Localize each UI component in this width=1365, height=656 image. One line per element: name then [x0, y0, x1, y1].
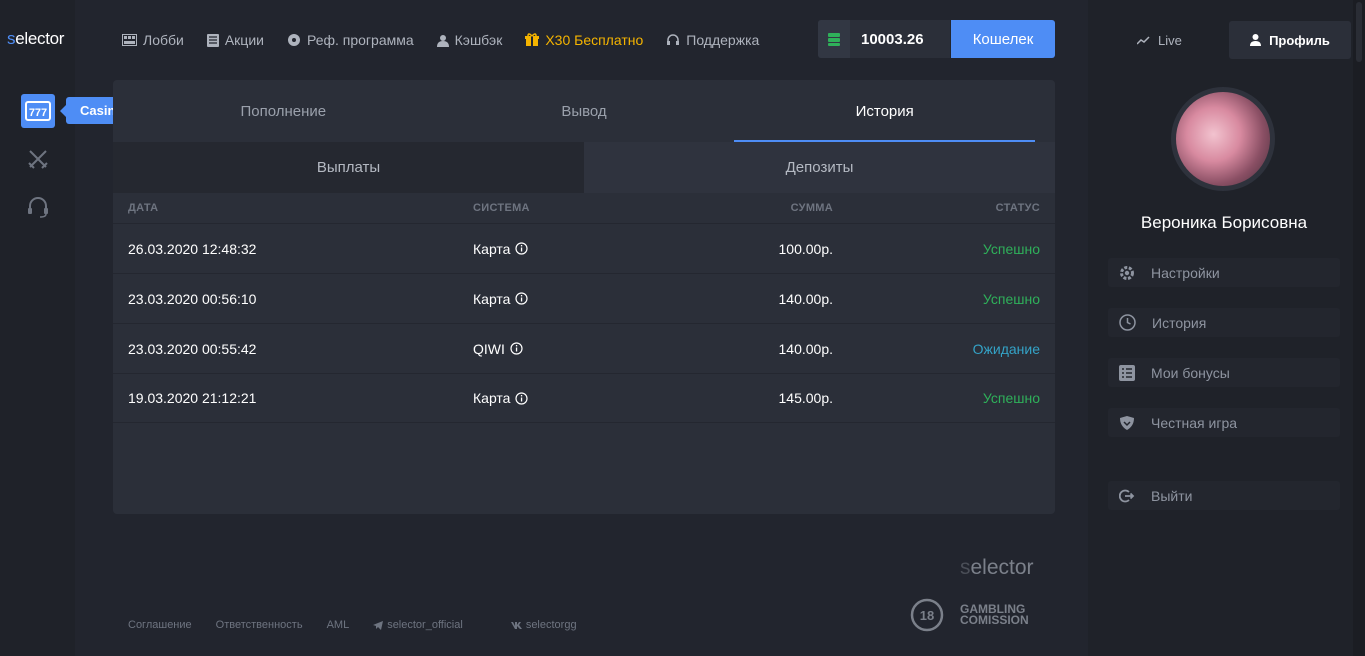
promotions-icon [206, 33, 219, 47]
nav-promotions[interactable]: Акции [206, 31, 264, 49]
row-status: Успешно [982, 240, 1040, 257]
row-amount: 140.00р. [778, 340, 834, 357]
live-button[interactable]: Live [1137, 33, 1182, 48]
username: Вероника Борисовна [1140, 213, 1308, 232]
footer-link-aml[interactable]: AML [327, 619, 350, 631]
row-date: 26.03.2020 12:48:32 [128, 240, 257, 257]
logout-icon [1119, 489, 1135, 502]
sidebar-item-logout[interactable]: Выйти [1108, 481, 1340, 510]
header-system: СИСТЕМА [473, 202, 530, 214]
header-date: ДАТА [128, 202, 159, 214]
money-stack-icon [828, 33, 840, 46]
tab-withdraw[interactable]: Вывод [434, 80, 735, 142]
top-nav: Лобби Акции Реф. программа Кэшбэк X30 Бе… [122, 31, 782, 49]
row-amount: 100.00р. [778, 240, 834, 257]
casino-button[interactable]: 777 [21, 94, 55, 128]
balance-value: 10003.26 [861, 30, 924, 48]
sidebar-item-history[interactable]: История [1108, 308, 1340, 337]
row-date: 23.03.2020 00:55:42 [128, 340, 257, 357]
telegram-icon [373, 620, 384, 630]
sport-button[interactable] [21, 142, 55, 176]
header-amount: СУММА [790, 202, 833, 214]
row-date: 19.03.2020 21:12:21 [128, 390, 257, 406]
sidebar-item-fair-play[interactable]: Честная игра [1108, 408, 1340, 437]
shield-icon [1120, 415, 1134, 430]
scrollbar-thumb[interactable] [1356, 2, 1362, 62]
left-rail: selector 777 [0, 0, 75, 656]
gear-icon [1120, 265, 1134, 280]
user-icon [1250, 34, 1262, 46]
history-subtabs: Выплаты Депозиты [113, 142, 1055, 193]
table-row: 26.03.2020 12:48:32 Карта 100.00р. Успеш… [113, 223, 1055, 273]
tab-history[interactable]: История [734, 80, 1035, 142]
age-18-icon: 18 [910, 598, 944, 632]
crossed-swords-icon [28, 150, 48, 169]
info-icon[interactable] [515, 242, 529, 255]
footer-link-responsibility[interactable]: Ответственность [216, 619, 303, 631]
row-status: Ожидание [972, 340, 1040, 357]
nav-x30-free[interactable]: X30 Бесплатно [525, 31, 643, 49]
row-status: Успешно [982, 290, 1040, 307]
row-system: Карта [473, 240, 511, 257]
table-row: 23.03.2020 00:56:10 Карта 140.00р. Успеш… [113, 273, 1055, 323]
profile-button[interactable]: Профиль [1229, 21, 1351, 59]
row-amount: 145.00р. [778, 390, 834, 406]
cashback-icon [436, 34, 449, 47]
footer-links: Соглашение Ответственность AML selector_… [128, 619, 625, 631]
row-date: 23.03.2020 00:56:10 [128, 290, 257, 307]
table-row: 23.03.2020 00:55:42 QIWI 140.00р. Ожидан… [113, 323, 1055, 373]
footer-link-vk[interactable]: selectorgg [510, 619, 601, 631]
info-icon[interactable] [515, 292, 529, 305]
footer-logo: selector [960, 556, 1034, 579]
subtab-deposits[interactable]: Депозиты [584, 142, 1055, 193]
nav-support[interactable]: Поддержка [666, 31, 759, 49]
scrollbar[interactable] [1353, 0, 1365, 656]
main-tabs: Пополнение Вывод История [113, 80, 1055, 142]
headset-icon [28, 197, 48, 218]
referral-icon [287, 34, 300, 46]
nav-lobby[interactable]: Лобби [122, 31, 184, 49]
logo[interactable]: selector [7, 29, 64, 49]
history-panel: Пополнение Вывод История Выплаты Депозит… [113, 80, 1055, 514]
row-system: Карта [473, 290, 511, 307]
nav-cashback[interactable]: Кэшбэк [436, 31, 502, 49]
slot-machine-icon: 777 [25, 101, 51, 121]
list-icon [1119, 364, 1135, 381]
header-status: СТАТУС [995, 202, 1040, 214]
row-status: Успешно [982, 390, 1040, 406]
row-system: Карта [473, 390, 511, 406]
gambling-commission-badge: 18 GAMBLING COMISSION [910, 598, 1029, 632]
row-amount: 140.00р. [778, 290, 834, 307]
vk-icon [510, 621, 522, 629]
support-icon [667, 34, 680, 45]
sidebar-item-bonuses[interactable]: Мои бонусы [1108, 358, 1340, 387]
table-body: 26.03.2020 12:48:32 Карта 100.00р. Успеш… [113, 223, 1055, 423]
svg-text:18: 18 [920, 608, 934, 623]
table-header: ДАТА СИСТЕМА СУММА СТАТУС [113, 193, 1055, 223]
nav-referral[interactable]: Реф. программа [287, 31, 414, 49]
subtab-payouts[interactable]: Выплаты [113, 142, 584, 193]
support-rail-button[interactable] [21, 190, 55, 224]
balance-display: 10003.26 [818, 20, 950, 58]
table-row: 19.03.2020 21:12:21 Карта 145.00р. Успеш… [113, 373, 1055, 423]
tab-deposit[interactable]: Пополнение [133, 80, 434, 142]
footer-link-telegram[interactable]: selector_official [373, 619, 487, 631]
sidebar-item-settings[interactable]: Настройки [1108, 258, 1340, 287]
trend-icon [1137, 36, 1150, 45]
wallet-button[interactable]: Кошелек [951, 20, 1055, 58]
row-system: QIWI [473, 340, 505, 357]
lobby-icon [122, 34, 137, 46]
info-icon[interactable] [510, 342, 523, 355]
avatar[interactable] [1171, 87, 1275, 191]
footer-link-agreement[interactable]: Соглашение [128, 619, 192, 631]
info-icon[interactable] [515, 391, 529, 405]
gift-icon [525, 33, 540, 46]
avatar-image [1176, 92, 1270, 186]
clock-icon [1119, 314, 1136, 331]
svg-text:777: 777 [29, 107, 47, 119]
